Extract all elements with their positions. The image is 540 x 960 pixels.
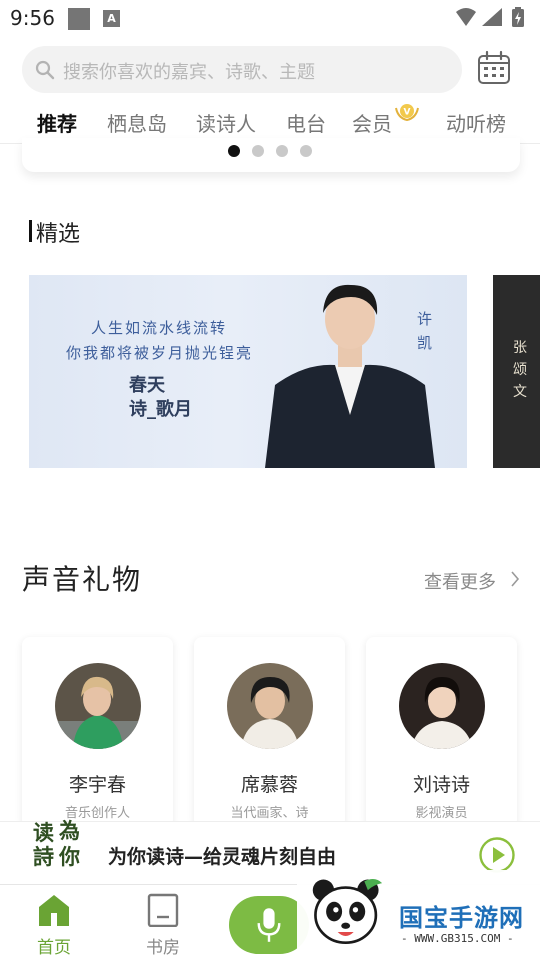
carousel-dot[interactable]	[300, 145, 312, 157]
play-icon[interactable]	[478, 836, 516, 874]
vip-crown-icon: V	[395, 104, 419, 122]
watermark-url: - WWW.GB315.COM -	[401, 932, 514, 945]
top-banner-card[interactable]	[22, 138, 520, 172]
signal-icon	[482, 8, 502, 26]
avatar	[227, 663, 313, 749]
person-card[interactable]: 席慕蓉 当代画家、诗	[194, 637, 345, 827]
panda-logo-image	[312, 879, 383, 944]
logo-char: 你	[58, 844, 80, 869]
featured-guest-name: 许凯	[417, 310, 433, 352]
status-time: 9:56	[10, 6, 55, 30]
featured-guest-name: 张颂文	[513, 340, 527, 400]
voice-gifts-title: 声音礼物	[22, 563, 143, 596]
featured-subtitle-2: 诗_歌月	[129, 399, 192, 420]
battery-icon	[512, 7, 524, 27]
nav-library[interactable]: 书房	[123, 885, 203, 960]
carousel-dot[interactable]	[276, 145, 288, 157]
person-name: 刘诗诗	[412, 774, 470, 796]
search-icon	[35, 60, 55, 80]
person-name: 李宇春	[68, 774, 126, 796]
carousel-dot[interactable]	[228, 145, 240, 157]
featured-subtitle-1: 春天	[129, 375, 165, 396]
section-marker	[29, 220, 32, 242]
app-logo-image: 读 為 詩 你	[33, 818, 80, 869]
logo-char: 為	[59, 818, 80, 843]
notification-square-icon	[68, 8, 90, 30]
status-bar: 9:56 A	[0, 0, 540, 38]
featured-line-1: 人生如流水线流转	[91, 319, 228, 337]
svg-text:V: V	[404, 108, 411, 118]
see-more-link[interactable]: 查看更多	[424, 568, 496, 594]
person-card[interactable]: 李宇春 音乐创作人	[22, 637, 173, 827]
featured-card[interactable]: 张颂文	[493, 275, 540, 468]
featured-section-title: 精选	[36, 222, 81, 247]
category-tabs: 推荐 栖息岛 读诗人 电台 会员 动听榜	[0, 96, 540, 144]
status-icons	[456, 7, 524, 27]
nav-library-label: 书房	[146, 938, 180, 958]
featured-card[interactable]: 人生如流水线流转 你我都将被岁月抛光锃亮 春天 诗_歌月 许凯	[29, 275, 467, 468]
logo-char: 读	[33, 820, 54, 845]
calendar-icon[interactable]	[476, 50, 512, 86]
now-playing-title: 为你读诗—给灵魂片刻自由	[108, 846, 337, 868]
chevron-right-icon[interactable]	[510, 570, 520, 588]
microphone-icon	[257, 908, 281, 942]
featured-portrait-image	[265, 284, 435, 468]
featured-line-2: 你我都将被岁月抛光锃亮	[66, 344, 254, 362]
watermark: 国宝手游网 - WWW.GB315.COM -	[297, 870, 540, 960]
tab-membership[interactable]: 会员	[352, 108, 392, 137]
wifi-icon	[456, 8, 476, 26]
avatar	[399, 663, 485, 749]
book-icon	[147, 893, 179, 927]
search-input[interactable]: 搜索你喜欢的嘉宾、诗歌、主题	[22, 46, 462, 93]
watermark-text: 国宝手游网	[399, 904, 524, 932]
person-role: 影视演员	[415, 806, 468, 821]
tab-radio[interactable]: 电台	[286, 108, 326, 137]
carousel-dot[interactable]	[252, 145, 264, 157]
tab-readers[interactable]: 读诗人	[196, 108, 256, 137]
person-role: 当代画家、诗	[230, 806, 309, 821]
search-placeholder: 搜索你喜欢的嘉宾、诗歌、主题	[63, 62, 315, 83]
tab-habitat-island[interactable]: 栖息岛	[107, 108, 167, 137]
person-name: 席慕蓉	[240, 774, 298, 796]
avatar	[55, 663, 141, 749]
nav-home[interactable]: 首页	[14, 885, 94, 960]
nav-home-label: 首页	[37, 938, 71, 958]
notification-a-icon: A	[103, 10, 120, 27]
tab-recommend[interactable]: 推荐	[37, 108, 77, 137]
logo-char: 詩	[33, 844, 54, 869]
person-card[interactable]: 刘诗诗 影视演员	[366, 637, 517, 827]
tab-charts[interactable]: 动听榜	[446, 108, 506, 137]
home-icon	[39, 895, 69, 926]
